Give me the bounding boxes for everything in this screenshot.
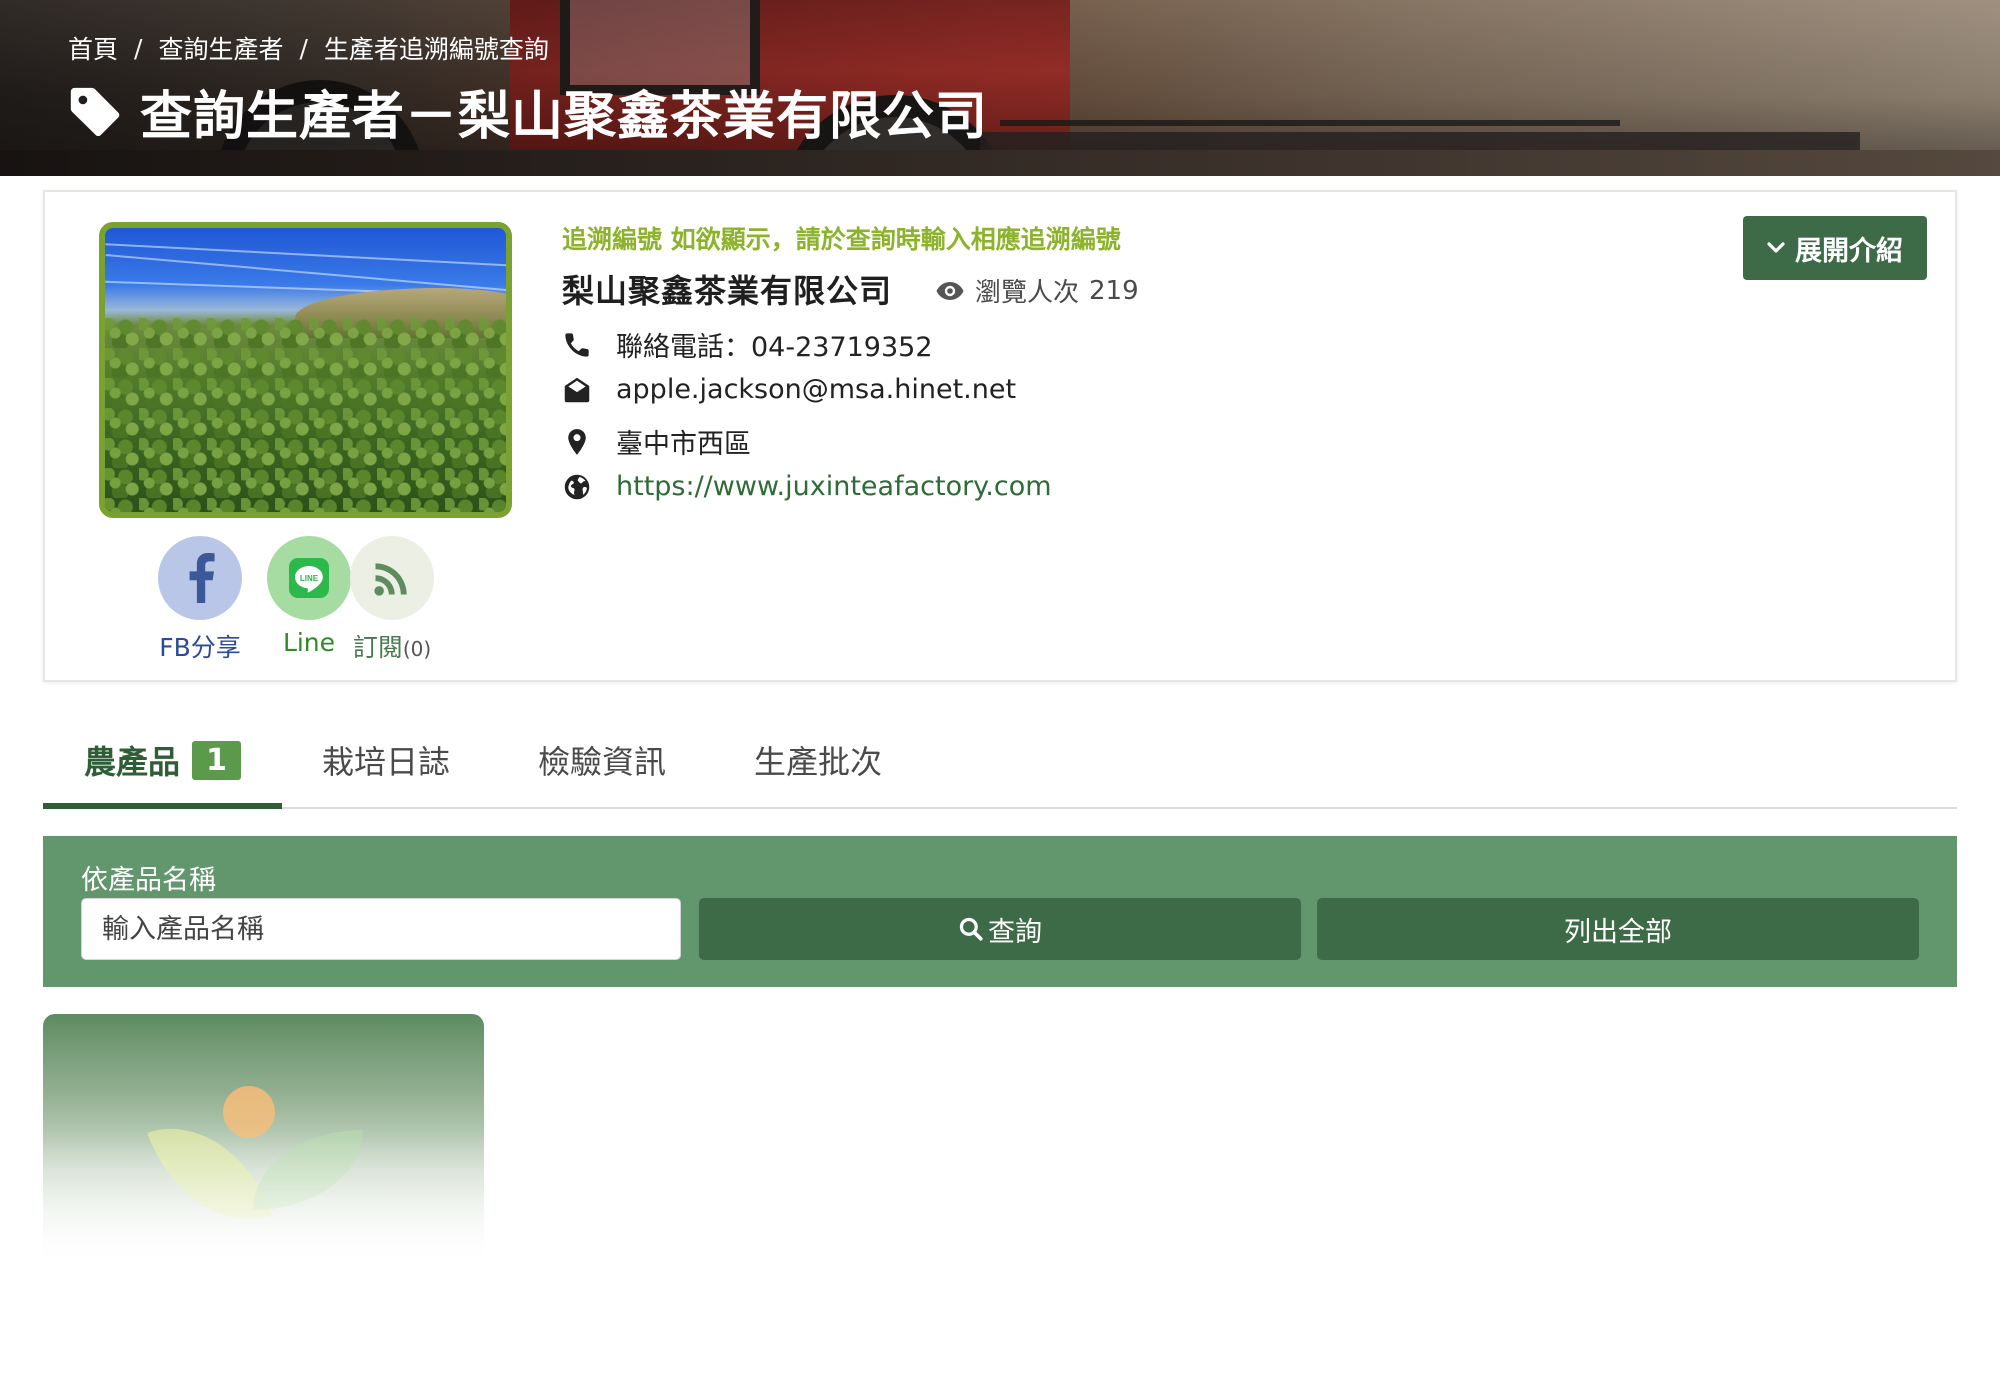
phone-icon: [562, 330, 592, 360]
tab-production-batch-label: 生產批次: [754, 743, 883, 781]
contact-email: apple.jackson@msa.hinet.net: [562, 374, 1016, 405]
email-text[interactable]: apple.jackson@msa.hinet.net: [616, 374, 1016, 405]
line-icon-text: LINE: [300, 574, 319, 583]
trace-number-note: 追溯編號 如欲顯示，請於查詢時輸入相應追溯編號: [562, 225, 1121, 254]
chevron-down-icon: [1767, 242, 1785, 253]
breadcrumb-current: 生產者追溯編號查詢: [323, 35, 549, 64]
tab-inspection-info[interactable]: 檢驗資訊: [538, 722, 666, 798]
content-tabs: 農產品 1 栽培日誌 檢驗資訊 生產批次: [43, 708, 1957, 809]
page-title: 查詢生產者－梨山聚鑫茶業有限公司: [66, 74, 988, 149]
fb-share-circle[interactable]: [158, 536, 242, 620]
expand-intro-label: 展開介紹: [1795, 235, 1903, 267]
map-pin-icon: [562, 427, 592, 457]
producer-name: 梨山聚鑫茶業有限公司: [562, 272, 893, 310]
active-tab-indicator: [43, 803, 282, 809]
tab-count-badge: 1: [192, 740, 241, 780]
view-count-label: 瀏覽人次: [975, 278, 1080, 308]
website-link[interactable]: https://www.juxinteafactory.com: [616, 471, 1052, 502]
rss-icon: [374, 563, 407, 596]
tab-agri-products-label: 農產品: [84, 743, 181, 781]
page-title-text: 查詢生產者－梨山聚鑫茶業有限公司: [140, 87, 989, 147]
subscribe-circle[interactable]: [350, 536, 434, 620]
breadcrumb-separator: /: [299, 33, 308, 63]
search-icon: [959, 917, 983, 941]
tab-cultivation-log[interactable]: 栽培日誌: [322, 722, 450, 798]
contact-address: 臺中市西區: [562, 422, 751, 461]
tag-icon: [70, 87, 120, 136]
breadcrumb-producer-search[interactable]: 查詢生產者: [158, 30, 283, 66]
product-search-panel: 依產品名稱 查詢 列出全部: [43, 836, 1957, 987]
fb-share-label: FB分享: [159, 633, 241, 662]
globe-icon: [562, 472, 592, 502]
line-share-circle[interactable]: LINE: [267, 536, 351, 620]
contact-website: https://www.juxinteafactory.com: [562, 471, 1052, 502]
contact-phone: 聯絡電話：04-23719352: [562, 325, 933, 364]
tab-inspection-info-label: 檢驗資訊: [538, 743, 667, 781]
line-icon: LINE: [289, 558, 329, 598]
subscribe-label: 訂閱(0): [353, 628, 431, 664]
search-button-label: 查詢: [988, 916, 1042, 948]
photo-tea-leaves: [105, 318, 506, 512]
subscribe-count: (0): [402, 637, 432, 661]
tab-production-batch[interactable]: 生產批次: [754, 722, 882, 798]
fb-share-button[interactable]: FB分享: [158, 536, 242, 664]
producer-card: FB分享 LINE Line 訂閱(0) 追溯編號 如欲顯示，請於查詢時輸入相應…: [43, 190, 1957, 682]
breadcrumb-separator: /: [134, 33, 143, 63]
address-text: 臺中市西區: [616, 429, 751, 460]
search-button[interactable]: 查詢: [699, 898, 1301, 960]
product-card[interactable]: [43, 1014, 484, 1276]
photo-wire: [105, 243, 506, 267]
photo-wire: [105, 254, 506, 292]
product-card-fade: [43, 1014, 484, 1276]
list-all-button-label: 列出全部: [1564, 916, 1672, 948]
line-share-label: Line: [282, 628, 336, 657]
producer-photo: [99, 222, 512, 518]
hero-banner: 首頁 / 查詢生產者 / 生產者追溯編號查詢 查詢生產者－梨山聚鑫茶業有限公司: [0, 0, 2000, 176]
line-share-button[interactable]: LINE Line: [267, 536, 351, 657]
product-name-input[interactable]: [81, 898, 681, 960]
subscribe-label-text: 訂閱: [352, 633, 403, 662]
tab-agri-products[interactable]: 農產品 1: [84, 722, 241, 798]
tab-cultivation-log-label: 栽培日誌: [322, 743, 451, 781]
expand-intro-button[interactable]: 展開介紹: [1743, 216, 1927, 280]
breadcrumb: 首頁 / 查詢生產者 / 生產者追溯編號查詢: [68, 30, 549, 66]
search-label: 依產品名稱: [81, 865, 216, 896]
view-count-number: 219: [1089, 275, 1139, 306]
subscribe-button[interactable]: 訂閱(0): [350, 536, 434, 664]
eye-icon: [936, 281, 964, 300]
facebook-icon: [189, 553, 215, 603]
breadcrumb-home[interactable]: 首頁: [68, 30, 118, 66]
list-all-button[interactable]: 列出全部: [1317, 898, 1919, 960]
envelope-open-icon: [562, 375, 592, 405]
view-count: 瀏覽人次 219: [935, 272, 1139, 309]
phone-text: 聯絡電話：04-23719352: [616, 332, 933, 363]
